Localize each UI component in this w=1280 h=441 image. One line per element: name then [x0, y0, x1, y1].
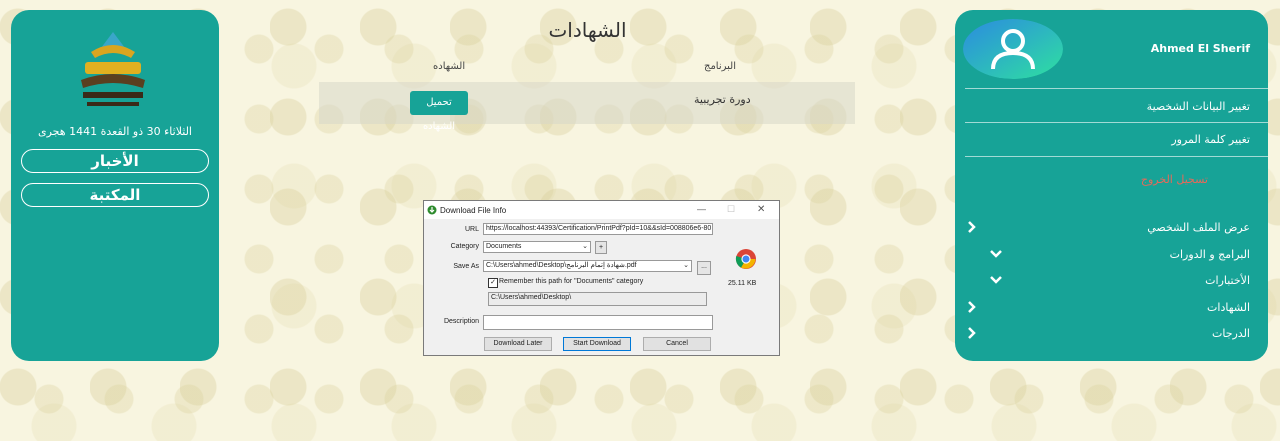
nav-item-profile[interactable]: عرض الملف الشخصي	[963, 221, 1250, 237]
course-name-cell: دورة تجريبية	[694, 93, 751, 106]
nav-item-certificates[interactable]: الشهادات	[963, 301, 1250, 317]
nav-item-label: الدرجات	[1211, 327, 1250, 340]
download-app-icon	[427, 205, 437, 215]
category-select[interactable]: Documents ⌄	[483, 241, 591, 253]
url-label: URL	[464, 226, 479, 233]
download-later-button[interactable]: Download Later	[484, 337, 552, 351]
divider	[965, 156, 1268, 157]
username: Ahmed El Sherif	[1150, 42, 1250, 55]
nav-item-label: الأختبارات	[1205, 274, 1250, 287]
left-panel: الثلاثاء 30 ذو القعدة 1441 هجرى الأخبار …	[11, 10, 219, 361]
description-label: Description	[443, 318, 479, 325]
user-avatar-icon	[963, 19, 1063, 79]
download-certificate-button[interactable]: تحميل الشهاده	[410, 91, 468, 132]
nav-item-grades[interactable]: الدرجات	[963, 327, 1250, 343]
chevron-right-icon	[968, 327, 976, 339]
browse-button[interactable]: ...	[697, 261, 711, 275]
save-as-select[interactable]: C:\Users\ahmed\Desktop\شهادة إتمام البرن…	[483, 260, 692, 272]
dialog-titlebar[interactable]: Download File Info — ☐ ✕	[424, 201, 779, 219]
close-icon[interactable]: ✕	[757, 204, 765, 215]
table-row	[319, 82, 855, 124]
column-header-certificate: الشهاده	[433, 61, 466, 72]
library-button[interactable]: المكتبة	[21, 183, 209, 207]
category-label: Category	[450, 243, 479, 250]
chevron-down-icon: ⌄	[582, 243, 588, 250]
nav-item-label: البرامج و الدورات	[1169, 248, 1250, 261]
remember-path-label: Remember this path for "Documents" categ…	[499, 278, 644, 285]
file-size: 25.11 KB	[728, 280, 757, 287]
divider	[965, 122, 1268, 123]
description-field[interactable]	[483, 315, 713, 330]
download-file-info-dialog: Download File Info — ☐ ✕ URL https://loc…	[423, 200, 780, 356]
nav-item-programs[interactable]: البرامج و الدورات	[963, 248, 1250, 264]
column-header-program: البرنامج	[704, 61, 737, 72]
chrome-icon	[735, 249, 756, 269]
change-password-link[interactable]: تغيير كلمة المرور	[1171, 133, 1250, 146]
minimize-icon[interactable]: —	[697, 204, 706, 214]
dialog-title: Download File Info	[440, 206, 507, 215]
nav-item-label: الشهادات	[1207, 301, 1250, 314]
url-field[interactable]: https://localhost:44393/Certification/Pr…	[483, 223, 713, 235]
save-as-value: C:\Users\ahmed\Desktop\شهادة إتمام البرن…	[486, 262, 637, 269]
edit-profile-link[interactable]: تغيير البيانات الشخصية	[1147, 100, 1250, 113]
save-as-label: Save As	[453, 263, 479, 270]
path-field: C:\Users\ahmed\Desktop\	[488, 292, 707, 306]
add-category-button[interactable]: +	[595, 241, 607, 254]
nav-item-label: عرض الملف الشخصي	[1147, 221, 1250, 234]
chevron-down-icon	[990, 250, 1002, 258]
cancel-button[interactable]: Cancel	[643, 337, 711, 351]
right-panel: Ahmed El Sherif تغيير البيانات الشخصية ت…	[955, 10, 1268, 361]
nav-item-exams[interactable]: الأختبارات	[963, 274, 1250, 290]
hijri-date: الثلاثاء 30 ذو القعدة 1441 هجرى	[38, 125, 192, 138]
start-download-button[interactable]: Start Download	[563, 337, 631, 351]
chevron-down-icon	[990, 276, 1002, 284]
chevron-down-icon: ⌄	[683, 262, 689, 269]
chevron-right-icon	[968, 221, 976, 233]
divider	[965, 88, 1268, 89]
logout-link[interactable]: تسجيل الخروج	[1141, 173, 1208, 186]
maximize-icon[interactable]: ☐	[727, 204, 735, 215]
chevron-right-icon	[968, 301, 976, 313]
remember-path-checkbox[interactable]: ✓	[488, 278, 498, 288]
news-button[interactable]: الأخبار	[21, 149, 209, 173]
category-value: Documents	[486, 243, 522, 250]
